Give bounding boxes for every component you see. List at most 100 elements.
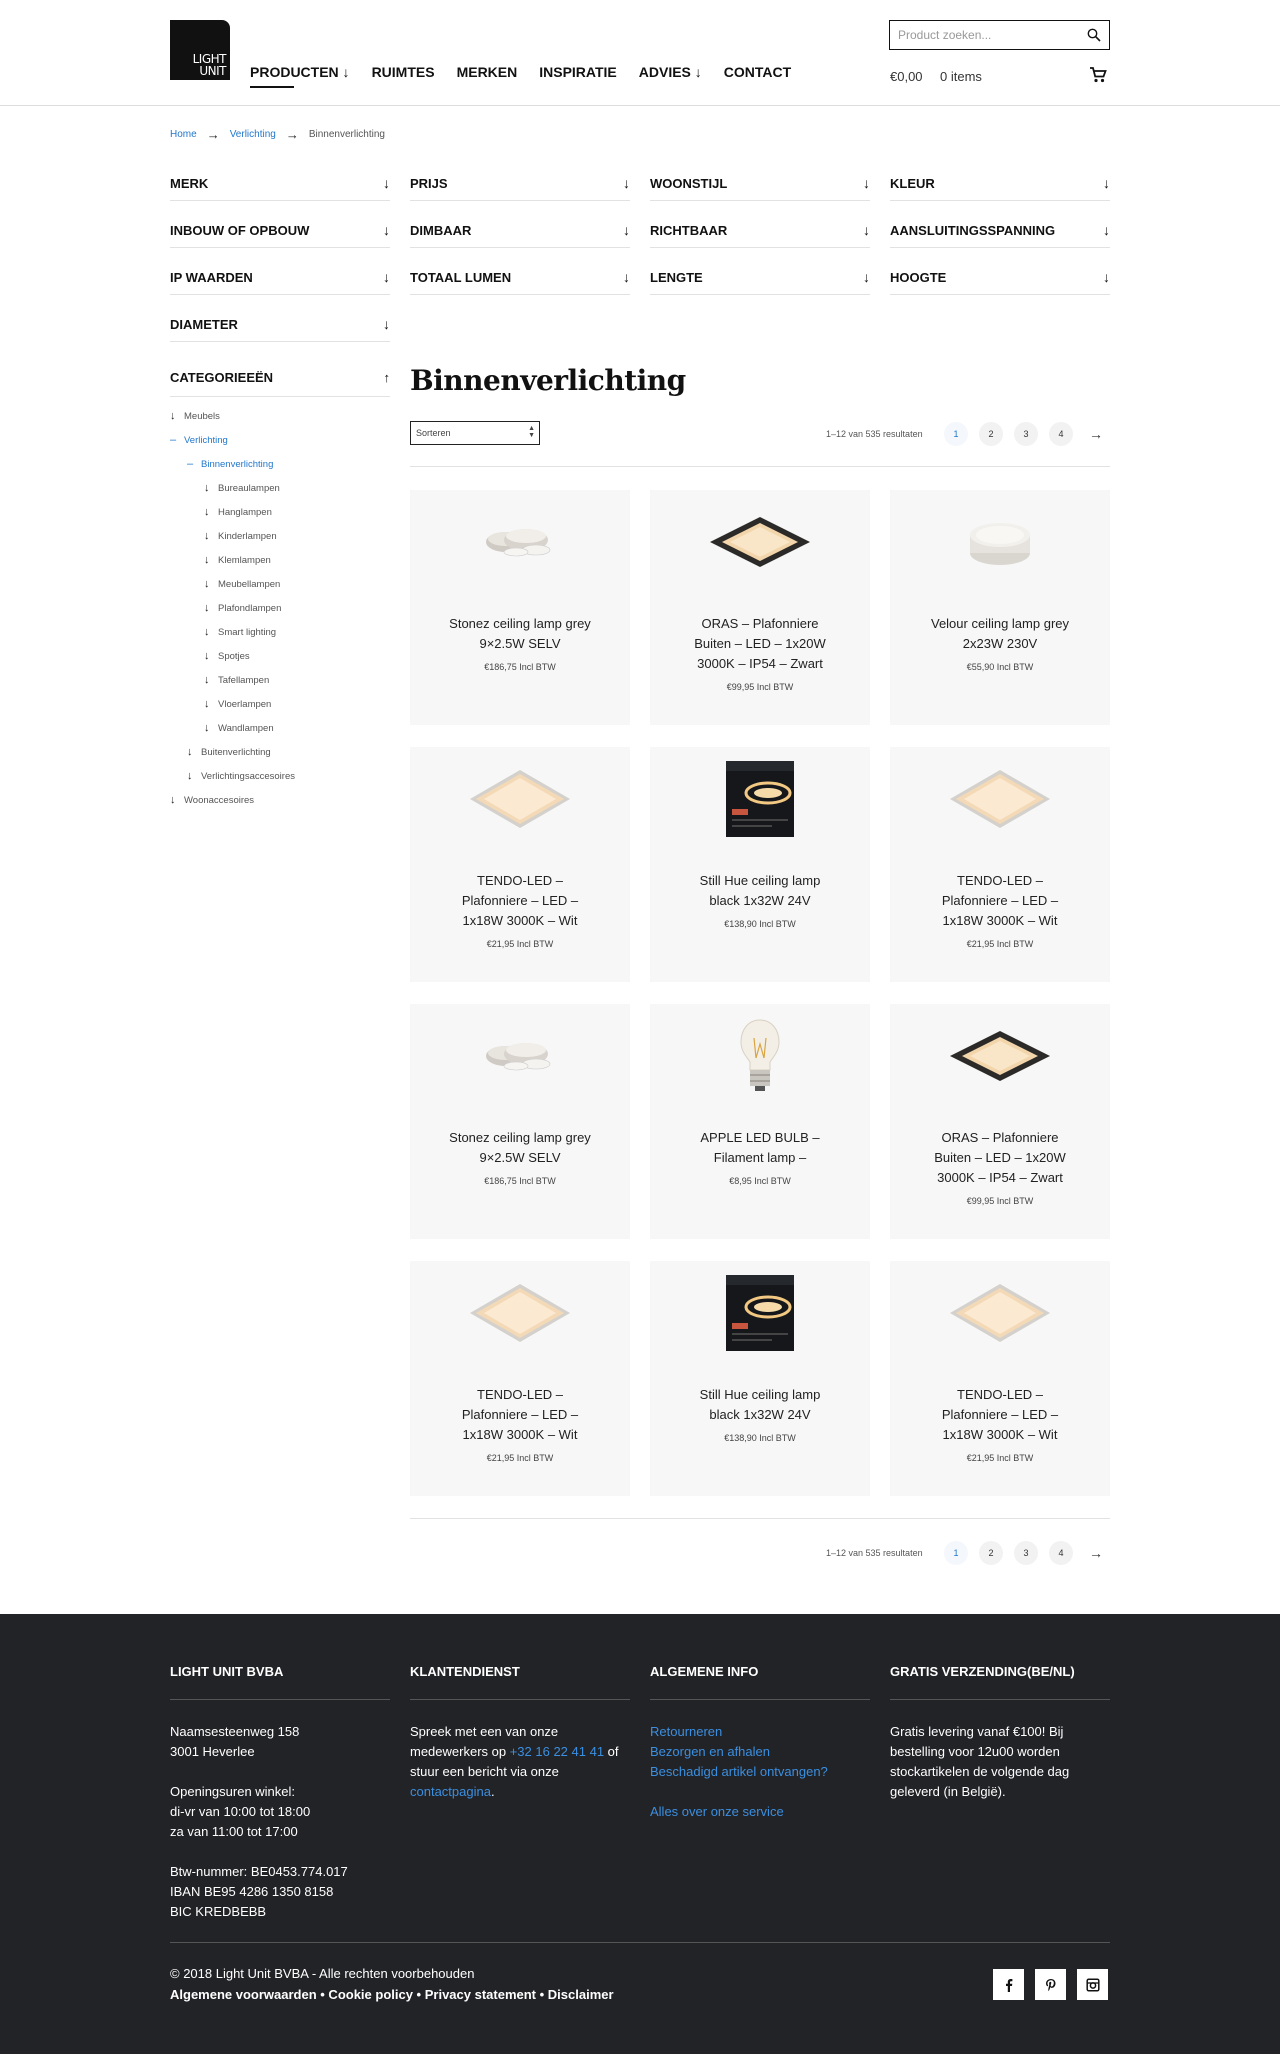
next-page-icon[interactable]: → bbox=[1084, 1541, 1108, 1565]
product-card[interactable]: Velour ceiling lamp grey 2x23W 230V €55,9… bbox=[890, 490, 1110, 725]
arrow-down-icon[interactable]: ↓ bbox=[204, 674, 218, 686]
nav-merken[interactable]: MERKEN bbox=[457, 64, 518, 88]
product-card[interactable]: Still Hue ceiling lamp black 1x32W 24V €1… bbox=[650, 747, 870, 982]
service-link[interactable]: Alles over onze service bbox=[650, 1802, 870, 1822]
category-item[interactable]: ↓ Meubellampen bbox=[170, 572, 390, 596]
product-image-tendo[interactable] bbox=[940, 1273, 1060, 1353]
breadcrumb-verlichting[interactable]: Verlichting bbox=[230, 129, 276, 140]
arrow-down-icon[interactable]: ↓ bbox=[204, 722, 218, 734]
product-name[interactable]: TENDO-LED – Plafonniere – LED – 1x18W 30… bbox=[925, 1385, 1075, 1445]
cart-items[interactable]: 0 items bbox=[940, 69, 982, 84]
page-button[interactable]: 1 bbox=[944, 422, 968, 446]
product-image-tendo[interactable] bbox=[460, 1273, 580, 1353]
arrow-down-icon[interactable]: ↓ bbox=[204, 626, 218, 638]
nav-ruimtes[interactable]: RUIMTES bbox=[372, 64, 435, 88]
nav-producten[interactable]: PRODUCTEN ↓ bbox=[250, 64, 350, 88]
filter-merk[interactable]: MERK ↓ bbox=[170, 166, 390, 201]
filter-lengte[interactable]: LENGTE ↓ bbox=[650, 260, 870, 295]
product-name[interactable]: TENDO-LED – Plafonniere – LED – 1x18W 30… bbox=[445, 1385, 595, 1445]
filter-diameter[interactable]: DIAMETER ↓ bbox=[170, 307, 390, 342]
dash-icon[interactable]: – bbox=[170, 434, 184, 446]
cart-icon[interactable] bbox=[1089, 66, 1107, 84]
filter-ip-waarden[interactable]: IP WAARDEN ↓ bbox=[170, 260, 390, 295]
category-item[interactable]: – Binnenverlichting bbox=[170, 452, 390, 476]
arrow-down-icon[interactable]: ↓ bbox=[204, 506, 218, 518]
product-image-oras[interactable] bbox=[940, 1016, 1060, 1096]
category-item[interactable]: ↓ Meubels bbox=[170, 404, 390, 428]
product-card[interactable]: TENDO-LED – Plafonniere – LED – 1x18W 30… bbox=[410, 747, 630, 982]
returns-link[interactable]: Retourneren bbox=[650, 1722, 870, 1742]
product-name[interactable]: ORAS – Plafonniere Buiten – LED – 1x20W … bbox=[925, 1128, 1075, 1188]
filter-inbouw-of-opbouw[interactable]: INBOUW OF OPBOUW ↓ bbox=[170, 213, 390, 248]
category-item[interactable]: ↓ Kinderlampen bbox=[170, 524, 390, 548]
page-button[interactable]: 2 bbox=[979, 422, 1003, 446]
next-page-icon[interactable]: → bbox=[1084, 422, 1108, 446]
page-button[interactable]: 4 bbox=[1049, 422, 1073, 446]
product-image-velour[interactable] bbox=[940, 502, 1060, 582]
damaged-link[interactable]: Beschadigd artikel ontvangen? bbox=[650, 1762, 870, 1782]
arrow-down-icon[interactable]: ↓ bbox=[204, 530, 218, 542]
page-button[interactable]: 4 bbox=[1049, 1541, 1073, 1565]
nav-advies[interactable]: ADVIES ↓ bbox=[639, 64, 702, 88]
product-card[interactable]: ORAS – Plafonniere Buiten – LED – 1x20W … bbox=[890, 1004, 1110, 1239]
product-name[interactable]: TENDO-LED – Plafonniere – LED – 1x18W 30… bbox=[925, 871, 1075, 931]
product-card[interactable]: TENDO-LED – Plafonniere – LED – 1x18W 30… bbox=[890, 1261, 1110, 1496]
category-item[interactable]: – Verlichting bbox=[170, 428, 390, 452]
category-item[interactable]: ↓ Wandlampen bbox=[170, 716, 390, 740]
facebook-icon[interactable] bbox=[993, 1969, 1024, 2000]
product-card[interactable]: Stonez ceiling lamp grey 9×2.5W SELV €186… bbox=[410, 490, 630, 725]
arrow-down-icon[interactable]: ↓ bbox=[204, 578, 218, 590]
contact-page-link[interactable]: contactpagina bbox=[410, 1784, 491, 1799]
product-name[interactable]: Stonez ceiling lamp grey 9×2.5W SELV bbox=[445, 1128, 595, 1168]
filter-kleur[interactable]: KLEUR ↓ bbox=[890, 166, 1110, 201]
product-image-tendo[interactable] bbox=[940, 759, 1060, 839]
legal-links[interactable]: Algemene voorwaarden • Cookie policy • P… bbox=[170, 1987, 614, 2002]
filter-totaal-lumen[interactable]: TOTAAL LUMEN ↓ bbox=[410, 260, 630, 295]
category-item[interactable]: ↓ Verlichtingsaccesoires bbox=[170, 764, 390, 788]
arrow-down-icon[interactable]: ↓ bbox=[170, 794, 184, 806]
arrow-down-icon[interactable]: ↓ bbox=[204, 482, 218, 494]
category-item[interactable]: ↓ Spotjes bbox=[170, 644, 390, 668]
product-image-stonez[interactable] bbox=[460, 1016, 580, 1096]
delivery-link[interactable]: Bezorgen en afhalen bbox=[650, 1742, 870, 1762]
search-input[interactable]: Product zoeken... bbox=[889, 20, 1110, 50]
product-image-hue[interactable] bbox=[700, 1273, 820, 1353]
arrow-down-icon[interactable]: ↓ bbox=[170, 410, 184, 422]
pinterest-icon[interactable] bbox=[1035, 1969, 1066, 2000]
category-item[interactable]: ↓ Hanglampen bbox=[170, 500, 390, 524]
categories-toggle[interactable]: CATEGORIEEËN ↑ bbox=[170, 370, 390, 397]
product-name[interactable]: ORAS – Plafonniere Buiten – LED – 1x20W … bbox=[685, 614, 835, 674]
product-image-bulb[interactable] bbox=[700, 1016, 820, 1096]
breadcrumb-home[interactable]: Home bbox=[170, 129, 197, 140]
category-item[interactable]: ↓ Smart lighting bbox=[170, 620, 390, 644]
filter-hoogte[interactable]: HOOGTE ↓ bbox=[890, 260, 1110, 295]
arrow-down-icon[interactable]: ↓ bbox=[204, 554, 218, 566]
search-icon[interactable] bbox=[1087, 28, 1101, 42]
arrow-down-icon[interactable]: ↓ bbox=[187, 746, 201, 758]
filter-dimbaar[interactable]: DIMBAAR ↓ bbox=[410, 213, 630, 248]
product-image-hue[interactable] bbox=[700, 759, 820, 839]
nav-inspiratie[interactable]: INSPIRATIE bbox=[539, 64, 617, 88]
product-card[interactable]: ORAS – Plafonniere Buiten – LED – 1x20W … bbox=[650, 490, 870, 725]
category-item[interactable]: ↓ Klemlampen bbox=[170, 548, 390, 572]
page-button[interactable]: 1 bbox=[944, 1541, 968, 1565]
category-item[interactable]: ↓ Buitenverlichting bbox=[170, 740, 390, 764]
product-name[interactable]: Velour ceiling lamp grey 2x23W 230V bbox=[925, 614, 1075, 654]
product-image-oras[interactable] bbox=[700, 502, 820, 582]
category-item[interactable]: ↓ Plafondlampen bbox=[170, 596, 390, 620]
filter-prijs[interactable]: PRIJS ↓ bbox=[410, 166, 630, 201]
product-name[interactable]: TENDO-LED – Plafonniere – LED – 1x18W 30… bbox=[445, 871, 595, 931]
phone-link[interactable]: +32 16 22 41 41 bbox=[510, 1744, 604, 1759]
product-name[interactable]: Still Hue ceiling lamp black 1x32W 24V bbox=[685, 871, 835, 911]
site-logo[interactable]: LIGHT UNIT bbox=[170, 20, 230, 80]
product-image-stonez[interactable] bbox=[460, 502, 580, 582]
nav-contact[interactable]: CONTACT bbox=[724, 64, 791, 88]
product-card[interactable]: Stonez ceiling lamp grey 9×2.5W SELV €186… bbox=[410, 1004, 630, 1239]
product-card[interactable]: TENDO-LED – Plafonniere – LED – 1x18W 30… bbox=[410, 1261, 630, 1496]
sort-select[interactable]: Sorteren ▲ ▼ bbox=[410, 421, 540, 445]
product-card[interactable]: Still Hue ceiling lamp black 1x32W 24V €1… bbox=[650, 1261, 870, 1496]
page-button[interactable]: 3 bbox=[1014, 422, 1038, 446]
filter-woonstijl[interactable]: WOONSTIJL ↓ bbox=[650, 166, 870, 201]
product-card[interactable]: APPLE LED BULB – Filament lamp – €8,95 In… bbox=[650, 1004, 870, 1239]
category-item[interactable]: ↓ Tafellampen bbox=[170, 668, 390, 692]
